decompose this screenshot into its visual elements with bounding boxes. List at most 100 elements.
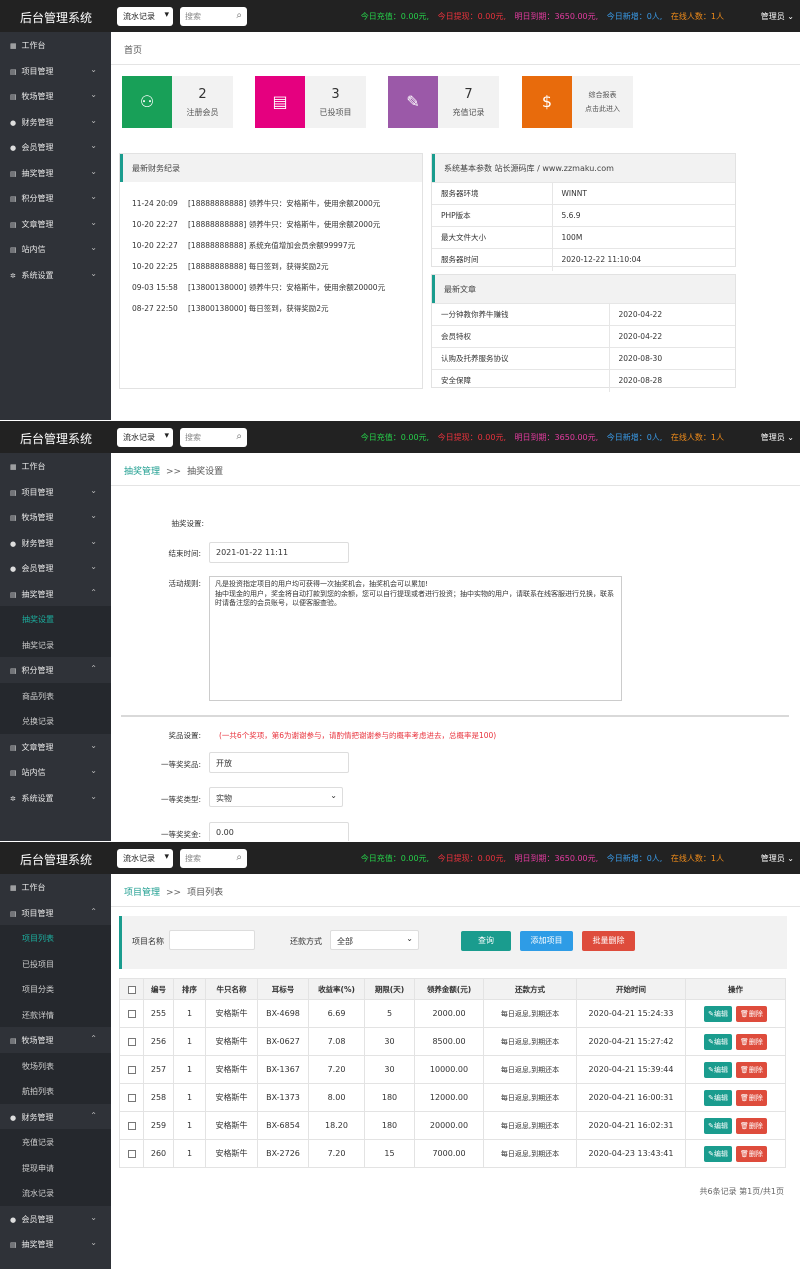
sidebar-item-settings[interactable]: ✲ 系统设置 ⌄ — [0, 262, 111, 288]
breadcrumb-link[interactable]: 抽奖管理 — [124, 467, 160, 477]
table-row[interactable]: 认购及托养服务协议 2020-08-30 — [432, 347, 735, 370]
first-amount-input[interactable]: 0.00 — [209, 822, 349, 841]
search-icon[interactable]: ⌕ — [236, 852, 242, 863]
breadcrumb: 项目管理 >> 项目列表 — [111, 874, 800, 907]
articles-table: 一分钟教你养牛赚钱 2020-04-22 会员特权 2020-04-22 认购及托养… — [432, 303, 735, 392]
delete-button[interactable]: 🗑删除 — [735, 1033, 767, 1050]
sidebar-item-articles[interactable]: ▤ 文章管理 ⌄ — [0, 734, 111, 760]
sidebar-item-lottery-settings[interactable]: 抽奖设置 — [0, 606, 111, 632]
first-prize-input[interactable]: 开放 — [209, 752, 349, 773]
edit-button[interactable]: ✎编辑 — [704, 1033, 732, 1050]
record-type-select[interactable]: 流水记录 — [117, 428, 173, 447]
sidebar-item-projects[interactable]: ▤ 项目管理 ⌃ — [0, 900, 111, 926]
end-time-input[interactable]: 2021-01-22 11:11 — [209, 542, 349, 563]
table-row[interactable]: 一分钟教你养牛赚钱 2020-04-22 — [432, 303, 735, 326]
sidebar-item-exchange-records[interactable]: 兑换记录 — [0, 708, 111, 734]
sidebar-item-finance[interactable]: ● 财务管理 ⌃ — [0, 1104, 111, 1130]
first-type-select[interactable]: 实物 ⌄ — [209, 787, 343, 807]
admin-menu[interactable]: 管理员 ⌄ — [761, 11, 794, 22]
sidebar-item-ranch[interactable]: ▤ 牧场管理 ⌄ — [0, 504, 111, 530]
delete-button[interactable]: 🗑删除 — [735, 1005, 767, 1022]
sidebar-item-points[interactable]: ▤ 积分管理 ⌃ — [0, 657, 111, 683]
chevron-down-icon: ⌄ — [90, 791, 97, 801]
sidebar-item-ranch[interactable]: ▤ 牧场管理 ⌄ — [0, 83, 111, 109]
project-name-input[interactable] — [169, 930, 255, 950]
sidebar-item-ranch[interactable]: ▤ 牧场管理 ⌃ — [0, 1027, 111, 1053]
edit-button[interactable]: ✎编辑 — [704, 1117, 732, 1134]
sidebar-item-members[interactable]: ● 会员管理 ⌄ — [0, 134, 111, 160]
sidebar-item-dashboard[interactable]: ▦ 工作台 — [0, 32, 111, 58]
sidebar-item-messages[interactable]: ▤ 站内信 ⌄ — [0, 236, 111, 262]
sidebar-item-lottery[interactable]: ▤ 抽奖管理 ⌃ — [0, 581, 111, 607]
bulk-delete-button[interactable]: 批量删除 — [582, 931, 635, 951]
sidebar-item-goods-list[interactable]: 商品列表 — [0, 682, 111, 708]
breadcrumb-link[interactable]: 项目管理 — [124, 888, 160, 898]
sidebar-item-invested[interactable]: 已投项目 — [0, 950, 111, 976]
edit-button[interactable]: ✎编辑 — [704, 1145, 732, 1162]
sidebar-item-project-list[interactable]: 项目列表 — [0, 925, 111, 951]
sidebar-item-lottery[interactable]: ▤ 抽奖管理 ⌄ — [0, 160, 111, 186]
query-button[interactable]: 查询 — [461, 931, 511, 951]
sidebar-item-dashboard[interactable]: ▦ 工作台 — [0, 453, 111, 479]
row-checkbox[interactable] — [119, 999, 144, 1028]
edit-button[interactable]: ✎编辑 — [704, 1061, 732, 1078]
search-input[interactable]: 搜索 ⌕ — [180, 7, 247, 26]
repay-method-select[interactable]: 全部 ⌄ — [330, 930, 419, 950]
select-all-checkbox[interactable] — [119, 978, 144, 1000]
sidebar-item-recharge-records[interactable]: 充值记录 — [0, 1129, 111, 1155]
sidebar-item-withdraw-requests[interactable]: 提现申请 — [0, 1154, 111, 1180]
sidebar-item-aerial-list[interactable]: 航拍列表 — [0, 1078, 111, 1104]
sidebar-item-categories[interactable]: 项目分类 — [0, 976, 111, 1002]
row-checkbox[interactable] — [119, 1055, 144, 1084]
chevron-down-icon: ⌄ — [90, 1212, 97, 1222]
top-bar: 后台管理系统 流水记录 搜索⌕ 今日充值：0.00元, 今日提现：0.00元, … — [0, 842, 800, 874]
prize-note: (一共6个奖项，第6为谢谢参与，请酌情把谢谢参与的概率考虑进去，总概率是100) — [219, 731, 497, 740]
stat-card-members[interactable]: ⚇ 2 注册会员 — [122, 76, 233, 128]
delete-button[interactable]: 🗑删除 — [735, 1061, 767, 1078]
sidebar-item-points[interactable]: ▤ 积分管理 ⌄ — [0, 185, 111, 211]
rules-textarea[interactable]: 凡是投资指定项目的用户均可获得一次抽奖机会，抽奖机会可以累加! 抽中现金的用户，… — [209, 576, 622, 701]
sidebar-item-finance[interactable]: ● 财务管理 ⌄ — [0, 109, 111, 135]
row-checkbox[interactable] — [119, 1111, 144, 1140]
sidebar-item-finance[interactable]: ● 财务管理 ⌄ — [0, 530, 111, 556]
search-input[interactable]: 搜索 ⌕ — [180, 428, 247, 447]
delete-button[interactable]: 🗑删除 — [735, 1145, 767, 1162]
row-checkbox[interactable] — [119, 1139, 144, 1168]
sidebar-item-settings[interactable]: ✲ 系统设置 ⌄ — [0, 785, 111, 811]
sidebar-item-messages[interactable]: ▤ 站内信 ⌄ — [0, 759, 111, 785]
sidebar: ▦ 工作台 ▤ 项目管理 ⌃ 项目列表 已投项目 项目分类 还款详情 ▤ 牧场管理… — [0, 874, 111, 1269]
table-row[interactable]: 会员特权 2020-04-22 — [432, 325, 735, 348]
delete-button[interactable]: 🗑删除 — [735, 1117, 767, 1134]
record-type-select[interactable]: 流水记录 — [117, 849, 173, 868]
sidebar-item-members[interactable]: ● 会员管理 ⌄ — [0, 555, 111, 581]
sidebar-item-repayments[interactable]: 还款详情 — [0, 1001, 111, 1027]
record-type-select[interactable]: 流水记录 — [117, 7, 173, 26]
admin-menu[interactable]: 管理员 ⌄ — [761, 432, 794, 443]
row-checkbox[interactable] — [119, 1027, 144, 1056]
delete-button[interactable]: 🗑删除 — [735, 1089, 767, 1106]
sidebar-item-lottery-records[interactable]: 抽奖记录 — [0, 631, 111, 657]
edit-button[interactable]: ✎编辑 — [704, 1089, 732, 1106]
sidebar-item-members[interactable]: ● 会员管理 ⌄ — [0, 1206, 111, 1232]
list-icon: ▤ — [10, 488, 17, 497]
sidebar-item-projects[interactable]: ▤ 项目管理 ⌄ — [0, 58, 111, 84]
row-checkbox[interactable] — [119, 1083, 144, 1112]
table-row[interactable]: 安全保障 2020-08-28 — [432, 369, 735, 392]
search-input[interactable]: 搜索 ⌕ — [180, 849, 247, 868]
sidebar-item-projects[interactable]: ▤ 项目管理 ⌄ — [0, 479, 111, 505]
sidebar-item-lottery[interactable]: ▤ 抽奖管理 ⌄ — [0, 1231, 111, 1257]
edit-button[interactable]: ✎编辑 — [704, 1005, 732, 1022]
stat-card-recharge[interactable]: ✎ 7 充值记录 — [388, 76, 499, 128]
sidebar-item-ranch-list[interactable]: 牧场列表 — [0, 1052, 111, 1078]
admin-menu[interactable]: 管理员 ⌄ — [761, 853, 794, 864]
sidebar-item-dashboard[interactable]: ▦ 工作台 — [0, 874, 111, 900]
search-icon[interactable]: ⌕ — [236, 10, 242, 21]
stat-card-report[interactable]: $ 综合报表 点击此进入 — [522, 76, 633, 128]
add-project-button[interactable]: 添加项目 — [520, 931, 573, 951]
project-list-panel: 后台管理系统 流水记录 搜索⌕ 今日充值：0.00元, 今日提现：0.00元, … — [0, 842, 800, 1269]
stat-card-invested[interactable]: ▤ 3 已投项目 — [255, 76, 366, 128]
sidebar-item-articles[interactable]: ▤ 文章管理 ⌄ — [0, 211, 111, 237]
sidebar-item-flow-records[interactable]: 流水记录 — [0, 1180, 111, 1206]
search-icon[interactable]: ⌕ — [236, 431, 242, 442]
table-row: 260 1 安格斯牛 BX-2726 7.20 15 7000.00 每日返息,到期还本 202… — [119, 1139, 786, 1168]
